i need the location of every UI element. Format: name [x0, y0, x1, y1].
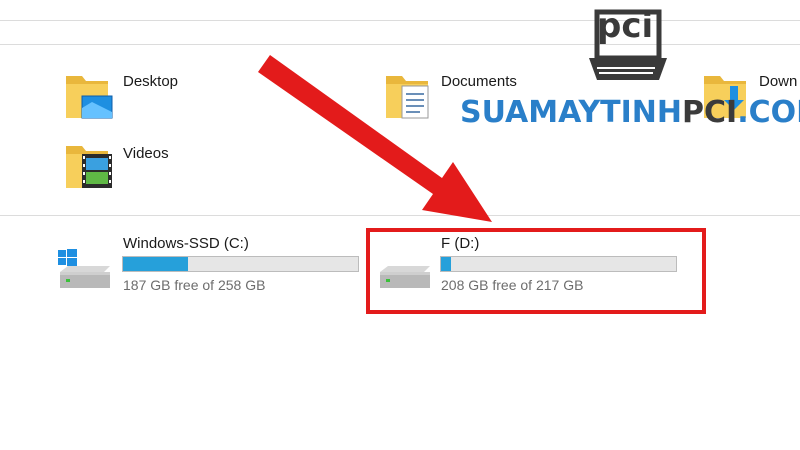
desktop-folder-icon	[66, 76, 113, 119]
folder-label: Desktop	[123, 73, 179, 90]
watermark-part2: PCI	[682, 95, 738, 130]
watermark-part1: SUAMAYTINH	[460, 95, 683, 130]
drive-item-c[interactable]: Windows-SSD (C:) 187 GB free of 258 GB	[52, 232, 362, 296]
windows-drive-icon	[58, 249, 110, 288]
watermark: pci SUAMAYTINHPCI.COM	[455, 0, 800, 140]
folder-item-desktop[interactable]: Desktop	[62, 68, 262, 124]
folder-label: Videos	[123, 145, 169, 162]
drive-label: Windows-SSD (C:)	[123, 235, 249, 252]
drive-usage-fill	[123, 257, 188, 271]
videos-folder-icon	[66, 146, 112, 188]
pci-logo-text: pci	[597, 6, 654, 46]
highlight-frame	[366, 228, 706, 314]
drive-free-space: 187 GB free of 258 GB	[123, 277, 266, 293]
watermark-text: SUAMAYTINHPCI.COM	[460, 95, 800, 130]
drive-usage-bar	[122, 256, 359, 272]
folder-item-videos[interactable]: Videos	[62, 138, 262, 194]
watermark-part3: .COM	[737, 95, 800, 130]
documents-folder-icon	[386, 76, 429, 119]
section-divider	[0, 215, 800, 216]
